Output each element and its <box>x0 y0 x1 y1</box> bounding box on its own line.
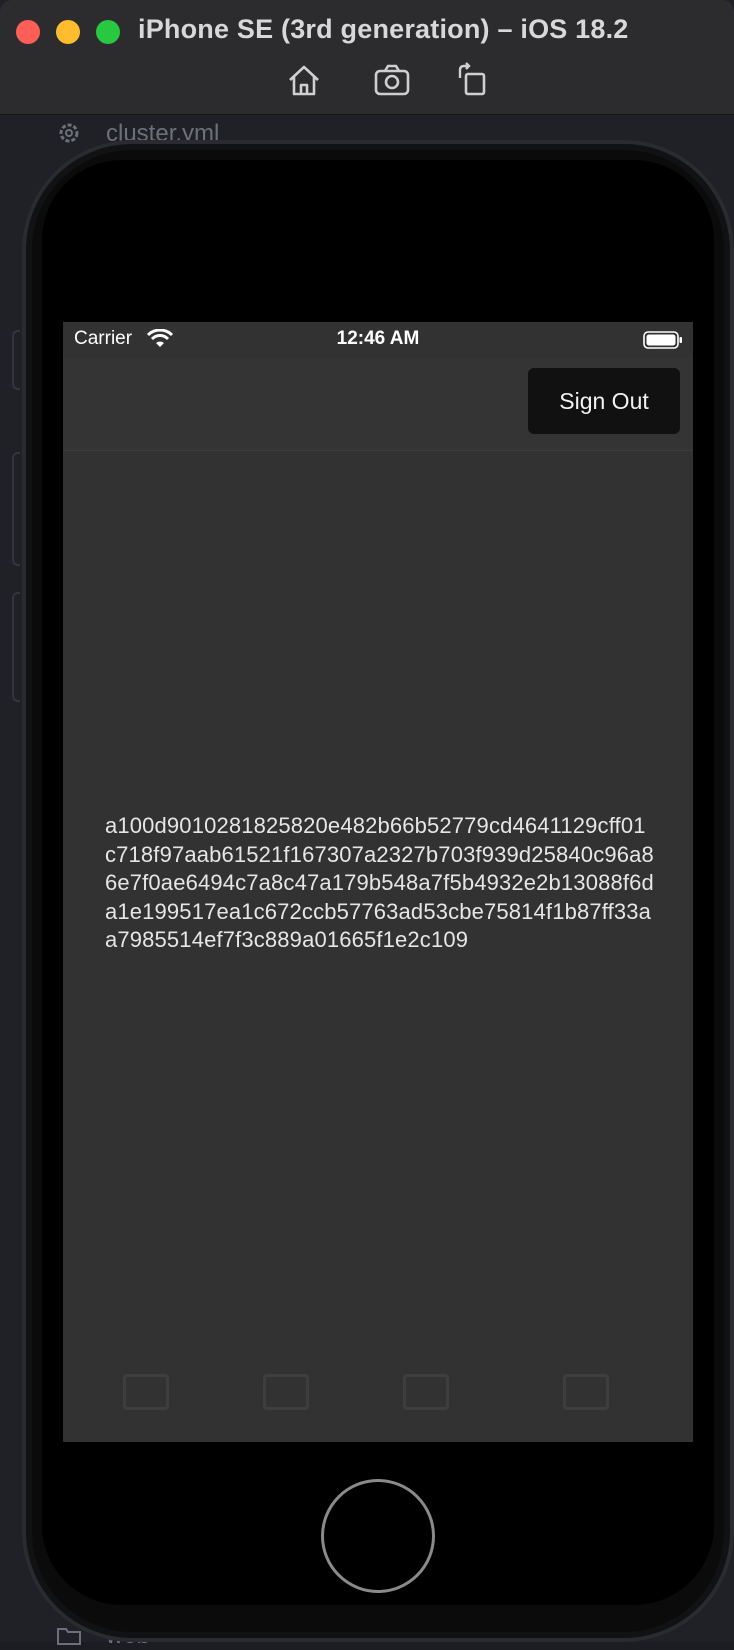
token-text: a100d9010281825820e482b66b52779cd4641129… <box>105 813 654 953</box>
folder-icon <box>57 1628 81 1645</box>
home-button[interactable] <box>321 1479 435 1593</box>
screenshot-icon[interactable] <box>372 62 412 98</box>
minimize-window-button[interactable] <box>56 20 80 44</box>
editor-edge <box>12 330 20 390</box>
window-title: iPhone SE (3rd generation) – iOS 18.2 <box>138 14 629 44</box>
home-icon[interactable] <box>284 62 324 98</box>
ghost-tab-icon <box>563 1374 609 1410</box>
simulator-titlebar: iPhone SE (3rd generation) – iOS 18.2 <box>0 0 734 115</box>
ghost-tab-icon <box>403 1374 449 1410</box>
ghost-tab-icon <box>263 1374 309 1410</box>
gear-icon <box>59 123 79 143</box>
navigation-bar: Sign Out <box>63 358 693 451</box>
zoom-window-button[interactable] <box>96 20 120 44</box>
device-screen: Carrier 12:46 AM Sign Out a100d901028182… <box>63 322 693 1442</box>
rotate-icon[interactable] <box>452 62 492 98</box>
ghost-tab-icon <box>123 1374 169 1410</box>
close-window-button[interactable] <box>16 20 40 44</box>
status-time: 12:46 AM <box>336 328 420 349</box>
sign-out-button[interactable]: Sign Out <box>528 368 680 434</box>
editor-edge <box>12 452 20 566</box>
editor-edge <box>12 592 20 702</box>
status-bar: Carrier 12:46 AM <box>63 322 693 358</box>
battery-icon <box>643 331 682 349</box>
tab-bar-ghost <box>63 1362 693 1442</box>
